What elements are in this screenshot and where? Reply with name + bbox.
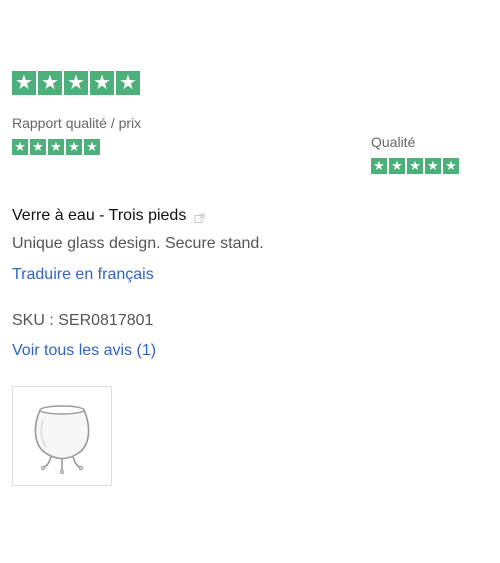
star-icon: ★	[38, 71, 62, 95]
star-icon: ★	[443, 158, 459, 174]
review-body: Unique glass design. Secure stand.	[12, 235, 264, 252]
star-icon: ★	[371, 158, 387, 174]
star-icon: ★	[90, 71, 114, 95]
review-title: Verre à eau - Trois pieds	[12, 207, 187, 224]
star-icon: ★	[425, 158, 441, 174]
star-icon: ★	[12, 71, 36, 95]
rating-stars: ★ ★ ★ ★ ★	[12, 139, 142, 155]
star-icon: ★	[66, 139, 82, 155]
rating-value-for-money: Rapport qualité / prix ★ ★ ★ ★ ★	[12, 114, 142, 155]
review-title-row: Verre à eau - Trois pieds	[12, 207, 205, 225]
product-thumbnail[interactable]	[12, 386, 112, 486]
translate-link[interactable]: Traduire en français	[12, 266, 154, 284]
star-icon: ★	[64, 71, 88, 95]
star-icon: ★	[48, 139, 64, 155]
all-reviews-link[interactable]: Voir tous les avis (1)	[12, 342, 156, 360]
rating-quality: Qualité ★ ★ ★ ★ ★	[371, 133, 459, 174]
rating-stars: ★ ★ ★ ★ ★	[371, 158, 459, 174]
star-icon: ★	[30, 139, 46, 155]
star-icon: ★	[389, 158, 405, 174]
rating-label: Rapport qualité / prix	[12, 115, 142, 131]
star-icon: ★	[84, 139, 100, 155]
star-icon: ★	[12, 139, 28, 155]
star-icon: ★	[407, 158, 423, 174]
product-sku: SKU : SER0817801	[12, 312, 154, 329]
rating-label: Qualité	[371, 134, 416, 150]
star-icon: ★	[116, 71, 140, 95]
overall-rating-stars: ★ ★ ★ ★ ★	[12, 71, 140, 95]
glass-tripod-icon	[34, 405, 90, 475]
external-link-icon[interactable]	[194, 211, 205, 223]
